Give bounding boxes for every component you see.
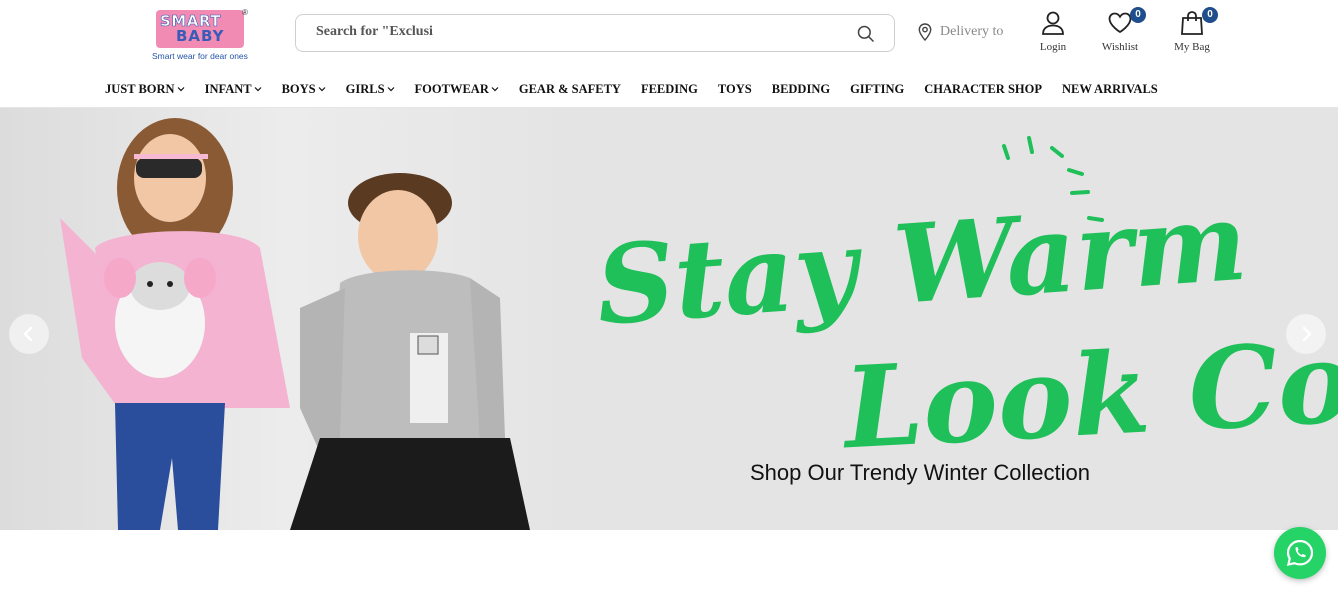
chevron-down-icon: [387, 87, 394, 92]
chevron-down-icon: [254, 87, 262, 92]
nav-item-infant[interactable]: INFANT: [205, 80, 262, 98]
nav-label: GEAR & SAFETY: [518, 81, 621, 96]
whatsapp-icon: [1286, 539, 1314, 567]
site-header: SMART BABY ® Smart wear for dear ones De…: [0, 0, 1338, 108]
kids-illustration: [60, 118, 530, 530]
nav-label: BOYS: [281, 81, 316, 96]
user-icon: [1042, 11, 1064, 35]
carousel-prev-button[interactable]: [9, 314, 49, 354]
nav-item-girls[interactable]: GIRLS: [346, 80, 395, 98]
delivery-location[interactable]: Delivery to: [918, 22, 1003, 42]
main-navigation: JUST BORN INFANT BOYS GIRLS FOOTWEAR GEA…: [105, 80, 1178, 98]
brand-logo[interactable]: SMART BABY ® Smart wear for dear ones: [150, 6, 260, 62]
nav-item-feeding[interactable]: FEEDING: [641, 80, 698, 98]
bag-button[interactable]: 0 My Bag: [1162, 7, 1222, 58]
nav-item-gifting[interactable]: GIFTING: [850, 80, 904, 98]
nav-label: GIFTING: [850, 81, 905, 96]
nav-item-new-arrivals[interactable]: NEW ARRIVALS: [1062, 80, 1158, 98]
nav-label: FOOTWEAR: [414, 81, 489, 96]
carousel-next-button[interactable]: [1286, 314, 1326, 354]
hero-banner[interactable]: Stay Warm Look Cool Shop Our Trendy Wint…: [0, 108, 1338, 530]
nav-label: CHARACTER SHOP: [924, 81, 1042, 96]
nav-label: INFANT: [204, 81, 252, 96]
search-bar: [295, 14, 895, 52]
login-button[interactable]: Login: [1023, 10, 1083, 58]
nav-label: FEEDING: [640, 81, 698, 96]
nav-item-toys[interactable]: TOYS: [718, 80, 752, 98]
nav-label: GIRLS: [345, 81, 385, 96]
nav-item-bedding[interactable]: BEDDING: [772, 80, 830, 98]
nav-label: NEW ARRIVALS: [1061, 81, 1158, 96]
bag-label: My Bag: [1174, 41, 1210, 53]
nav-label: BEDDING: [771, 81, 831, 96]
nav-item-boys[interactable]: BOYS: [282, 80, 326, 98]
delivery-label: Delivery to: [940, 24, 1004, 39]
chevron-right-icon: [1302, 326, 1312, 342]
chevron-left-icon: [23, 326, 33, 342]
search-icon[interactable]: [856, 24, 876, 44]
nav-item-character-shop[interactable]: CHARACTER SHOP: [924, 80, 1042, 98]
wishlist-count-badge: 0: [1130, 7, 1146, 23]
headline-line2: Look Cool: [838, 311, 1338, 468]
chevron-down-icon: [177, 87, 185, 92]
nav-item-footwear[interactable]: FOOTWEAR: [415, 80, 499, 98]
login-label: Login: [1039, 41, 1067, 53]
girl-figure: [60, 118, 290, 530]
bag-count-badge: 0: [1202, 7, 1218, 23]
banner-headline-art: Stay Warm Look Cool: [592, 136, 1338, 474]
headline-line1: Stay Warm: [592, 179, 1250, 350]
wishlist-label: Wishlist: [1101, 41, 1139, 53]
nav-label: JUST BORN: [105, 81, 175, 96]
banner-kids-photo: [0, 108, 574, 530]
banner-subtitle: Shop Our Trendy Winter Collection: [750, 460, 1090, 485]
logo-tagline: Smart wear for dear ones: [152, 51, 248, 61]
search-input[interactable]: [316, 24, 836, 40]
nav-label: TOYS: [717, 81, 752, 96]
nav-item-gear-safety[interactable]: GEAR & SAFETY: [519, 80, 621, 98]
nav-item-just-born[interactable]: JUST BORN: [105, 80, 185, 98]
wishlist-button[interactable]: 0 Wishlist: [1090, 7, 1150, 58]
chevron-down-icon: [318, 87, 326, 92]
boy-figure: [290, 173, 530, 530]
whatsapp-chat-button[interactable]: [1274, 527, 1326, 579]
logo-word-baby: BABY: [176, 27, 225, 45]
logo-registered-mark: ®: [242, 8, 248, 17]
location-pin-icon: [918, 23, 932, 41]
chevron-down-icon: [491, 87, 499, 92]
